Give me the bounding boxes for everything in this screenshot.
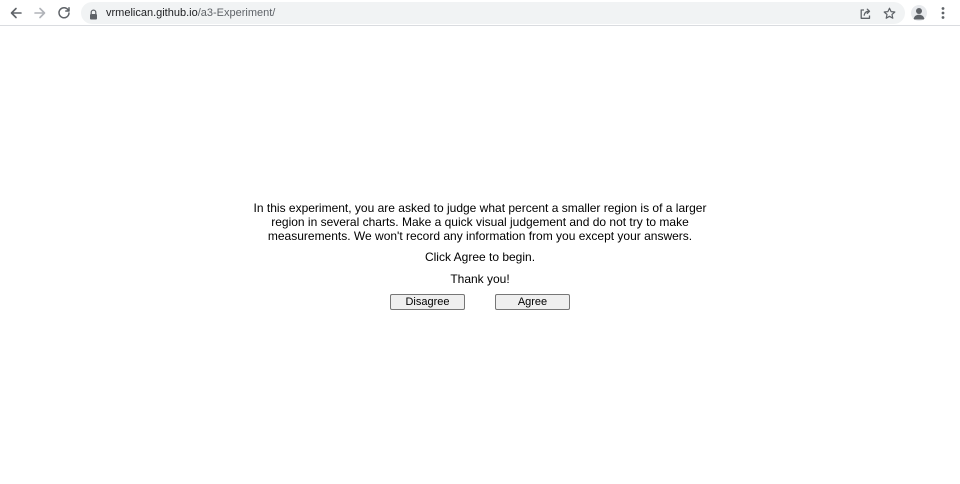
instruction-text: Click Agree to begin. <box>424 250 536 264</box>
url-path: /a3-Experiment/ <box>197 7 276 19</box>
reload-icon <box>58 7 70 19</box>
profile-icon[interactable] <box>911 5 927 21</box>
button-row: Disagree Agree <box>0 294 960 310</box>
url-text[interactable]: vrmelican.github.io/a3-Experiment/ <box>106 6 275 20</box>
forward-button[interactable] <box>30 3 50 23</box>
browser-toolbar: vrmelican.github.io/a3-Experiment/ <box>0 0 960 26</box>
url-host: vrmelican.github.io <box>106 7 198 19</box>
bookmark-star-icon[interactable] <box>881 5 897 21</box>
consent-content: In this experiment, you are asked to jud… <box>0 201 960 286</box>
browser-menu-button[interactable] <box>937 4 949 22</box>
address-bar[interactable]: vrmelican.github.io/a3-Experiment/ <box>81 2 905 24</box>
disagree-button[interactable]: Disagree <box>390 294 465 310</box>
three-dots-vertical-icon <box>941 7 945 19</box>
intro-text: In this experiment, you are asked to jud… <box>253 201 707 243</box>
arrow-right-icon <box>34 7 46 19</box>
back-button[interactable] <box>6 3 26 23</box>
arrow-left-icon <box>10 7 22 19</box>
thanks-text: Thank you! <box>450 272 510 286</box>
share-icon[interactable] <box>857 5 873 21</box>
agree-button[interactable]: Agree <box>495 294 570 310</box>
reload-button[interactable] <box>54 3 74 23</box>
lock-icon[interactable] <box>89 7 98 25</box>
